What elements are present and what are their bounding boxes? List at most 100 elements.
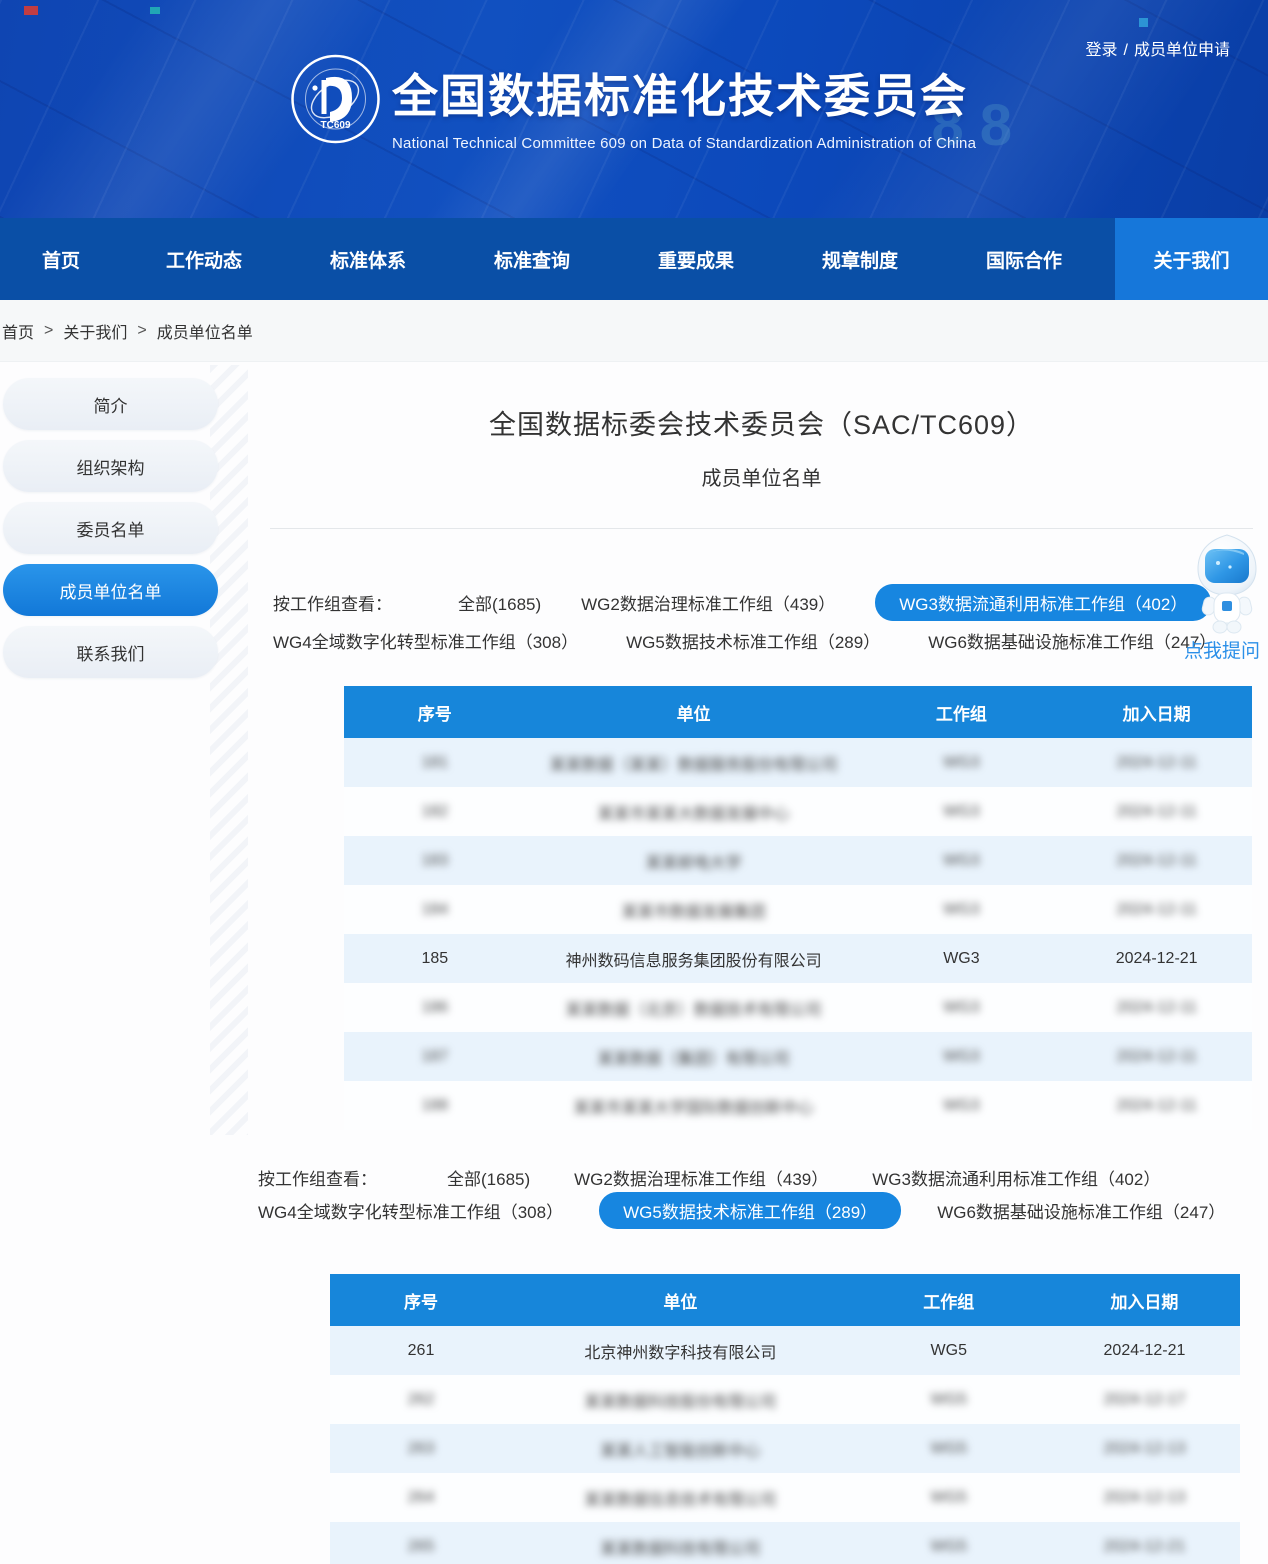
assistant-robot-icon[interactable] bbox=[1190, 533, 1264, 637]
table-cell: 某某邮电大学 bbox=[526, 836, 862, 885]
cell-text: 2024-12-21 bbox=[1116, 950, 1198, 967]
table-cell: 264 bbox=[330, 1473, 512, 1522]
table-cell: WG3 bbox=[862, 885, 1062, 934]
cell-text: WG3 bbox=[943, 901, 979, 918]
cell-text: 184 bbox=[421, 901, 448, 918]
filter-wg6[interactable]: WG6数据基础设施标准工作组（247） bbox=[937, 1192, 1225, 1229]
table-row: 181某某数据（某某）数据服务股份有限公司WG32024-12-11 bbox=[344, 738, 1252, 787]
nav-item-standards-system[interactable]: 标准体系 bbox=[286, 218, 450, 300]
filter-wg6[interactable]: WG6数据基础设施标准工作组（247） bbox=[928, 622, 1216, 659]
cell-text: WG3 bbox=[943, 999, 979, 1016]
table-row: 186某某数据（北京）数据技术有限公司WG32024-12-11 bbox=[344, 983, 1252, 1032]
cell-text: 某某市数据发展集团 bbox=[622, 904, 766, 921]
cell-text: 183 bbox=[421, 852, 448, 869]
nav-item-regulations[interactable]: 规章制度 bbox=[778, 218, 942, 300]
cell-text: 262 bbox=[408, 1391, 435, 1408]
nav-item-work-news[interactable]: 工作动态 bbox=[122, 218, 286, 300]
page-title: 全国数据标委会技术委员会（SAC/TC609） bbox=[270, 403, 1253, 442]
table-cell: 某某市某某大学国际数据创新中心 bbox=[526, 1081, 862, 1130]
table-cell: 2024-12-11 bbox=[1061, 1081, 1252, 1130]
table-cell: 2024-12-13 bbox=[1049, 1424, 1240, 1473]
table-cell: WG5 bbox=[849, 1375, 1049, 1424]
table-cell: 神州数码信息服务集团股份有限公司 bbox=[526, 934, 862, 983]
table-cell: 某某市数据发展集团 bbox=[526, 885, 862, 934]
table-cell: 某某数据信息技术有限公司 bbox=[512, 1473, 849, 1522]
filter-group-label: 按工作组查看： bbox=[258, 1165, 377, 1190]
table-cell: 182 bbox=[344, 787, 526, 836]
table-cell: WG3 bbox=[862, 1081, 1062, 1130]
cell-text: WG5 bbox=[931, 1440, 967, 1457]
nav-item-about[interactable]: 关于我们 bbox=[1115, 218, 1268, 300]
sidebar-item-member-units[interactable]: 成员单位名单 bbox=[3, 564, 218, 616]
filter-row: 按工作组查看： 全部(1685) WG2数据治理标准工作组（439） WG3数据流通利… bbox=[273, 584, 1211, 621]
table-cell: 2024-12-11 bbox=[1061, 1032, 1252, 1081]
filter-all[interactable]: 全部(1685) bbox=[447, 1159, 530, 1196]
cell-text: 265 bbox=[408, 1538, 435, 1555]
banner-decor bbox=[150, 7, 160, 14]
sidebar-item-org-structure[interactable]: 组织架构 bbox=[3, 440, 218, 492]
table-cell: 185 bbox=[344, 934, 526, 983]
cell-text: 某某数据（某某）数据服务股份有限公司 bbox=[550, 757, 838, 774]
cell-text: 2024-12-11 bbox=[1116, 852, 1197, 869]
cell-text: WG3 bbox=[943, 950, 979, 967]
sidebar-item-intro[interactable]: 简介 bbox=[3, 378, 218, 430]
table-cell: 某某数据科技股份有限公司 bbox=[512, 1375, 849, 1424]
cell-text: 182 bbox=[421, 803, 448, 820]
table-cell: 2024-12-11 bbox=[1061, 885, 1252, 934]
table-cell: 某某人工智能创新中心 bbox=[512, 1424, 849, 1473]
table-cell: 2024-12-13 bbox=[1049, 1473, 1240, 1522]
breadcrumb-item[interactable]: 关于我们 bbox=[63, 319, 127, 343]
breadcrumb-item[interactable]: 首页 bbox=[2, 319, 34, 343]
brand-block: 全国数据标准化技术委员会 National Technical Committe… bbox=[392, 60, 976, 152]
table-cell: 2024-12-21 bbox=[1061, 934, 1252, 983]
table-cell: 265 bbox=[330, 1522, 512, 1564]
table-row: 263某某人工智能创新中心WG52024-12-13 bbox=[330, 1424, 1240, 1473]
login-link[interactable]: 登录 bbox=[1086, 42, 1118, 59]
table-cell: WG3 bbox=[862, 836, 1062, 885]
filter-wg4[interactable]: WG4全域数字化转型标准工作组（308） bbox=[258, 1192, 563, 1229]
member-apply-link[interactable]: 成员单位申请 bbox=[1134, 42, 1230, 59]
nav-item-achievements[interactable]: 重要成果 bbox=[614, 218, 778, 300]
cell-text: 2024-12-13 bbox=[1104, 1440, 1186, 1457]
page: 88 登录/成员单位申请 TC609 全国数据标准化技术委员会 National… bbox=[0, 0, 1268, 1564]
filter-wg4[interactable]: WG4全域数字化转型标准工作组（308） bbox=[273, 622, 578, 659]
breadcrumb-item[interactable]: 成员单位名单 bbox=[157, 319, 253, 343]
cell-text: 181 bbox=[421, 754, 448, 771]
table-cell: 北京神州数字科技有限公司 bbox=[512, 1326, 849, 1375]
cell-text: 2024-12-21 bbox=[1104, 1342, 1186, 1359]
site-title: 全国数据标准化技术委员会 bbox=[392, 60, 976, 126]
cell-text: 188 bbox=[421, 1097, 448, 1114]
filter-group-label: 按工作组查看： bbox=[273, 590, 392, 615]
nav-item-international[interactable]: 国际合作 bbox=[942, 218, 1106, 300]
filter-wg3[interactable]: WG3数据流通利用标准工作组（402） bbox=[875, 584, 1211, 621]
cell-text: 某某邮电大学 bbox=[646, 855, 742, 872]
cell-text: 264 bbox=[408, 1489, 435, 1506]
ask-me-link[interactable]: 点我提问 bbox=[1176, 636, 1268, 663]
column-header: 加入日期 bbox=[1061, 686, 1252, 738]
nav-item-standards-search[interactable]: 标准查询 bbox=[450, 218, 614, 300]
cell-text: WG3 bbox=[943, 754, 979, 771]
sidebar-item-committee-members[interactable]: 委员名单 bbox=[3, 502, 218, 554]
table-cell: 187 bbox=[344, 1032, 526, 1081]
filter-all[interactable]: 全部(1685) bbox=[458, 584, 541, 621]
filter-wg2[interactable]: WG2数据治理标准工作组（439） bbox=[574, 1159, 828, 1196]
cell-text: 某某市某某大学国际数据创新中心 bbox=[574, 1100, 814, 1117]
cell-text: 2024-12-11 bbox=[1116, 901, 1197, 918]
filter-row: WG4全域数字化转型标准工作组（308） WG5数据技术标准工作组（289） WG6… bbox=[258, 1192, 1225, 1229]
breadcrumb-separator: > bbox=[137, 322, 146, 340]
cell-text: 北京神州数字科技有限公司 bbox=[584, 1345, 776, 1362]
table-cell: WG3 bbox=[862, 787, 1062, 836]
filter-wg5[interactable]: WG5数据技术标准工作组（289） bbox=[599, 1192, 901, 1229]
table-cell: WG5 bbox=[849, 1473, 1049, 1522]
cell-text: 2024-12-11 bbox=[1116, 999, 1197, 1016]
sidebar-item-contact[interactable]: 联系我们 bbox=[3, 626, 218, 678]
divider bbox=[270, 528, 1253, 529]
nav-item-home[interactable]: 首页 bbox=[0, 218, 122, 300]
table-cell: 181 bbox=[344, 738, 526, 787]
column-header: 序号 bbox=[330, 1274, 512, 1326]
filter-wg2[interactable]: WG2数据治理标准工作组（439） bbox=[581, 584, 835, 621]
site-logo[interactable]: TC609 bbox=[288, 52, 383, 146]
filter-wg5[interactable]: WG5数据技术标准工作组（289） bbox=[626, 622, 880, 659]
filter-wg3[interactable]: WG3数据流通利用标准工作组（402） bbox=[872, 1159, 1160, 1196]
table-cell: 某某市某某大数据发展中心 bbox=[526, 787, 862, 836]
